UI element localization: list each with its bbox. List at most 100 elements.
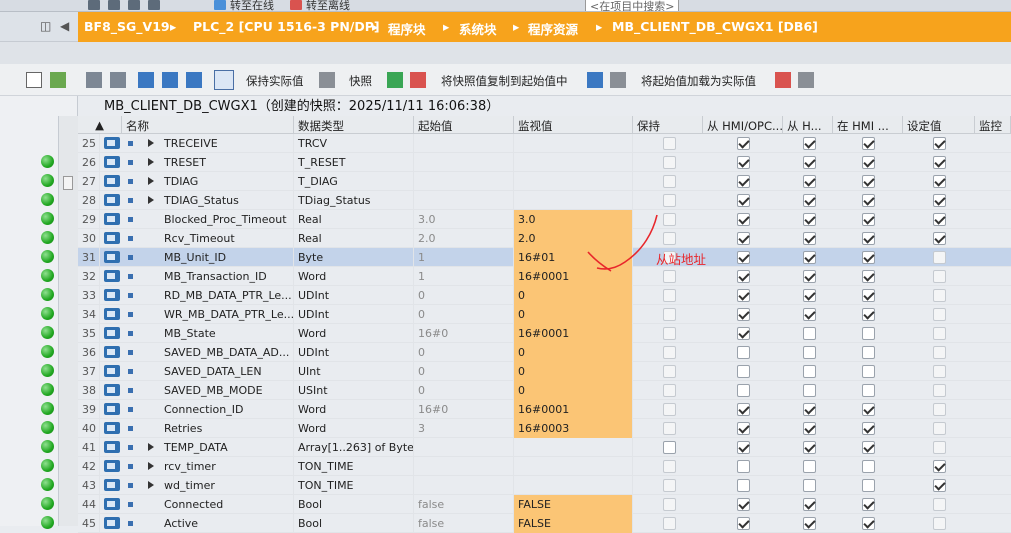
retain-checkbox[interactable]: [663, 384, 676, 397]
col-hmi-opc[interactable]: 从 HMI/OPC...: [703, 116, 783, 134]
hmi-opc-checkbox[interactable]: [737, 441, 750, 454]
hmi-opc-checkbox[interactable]: [737, 156, 750, 169]
table-row[interactable]: 38 SAVED_MB_MODE USInt 0 0: [78, 381, 1011, 400]
breadcrumb-plc[interactable]: PLC_2 [CPU 1516-3 PN/DP]: [193, 19, 380, 34]
from-h-checkbox[interactable]: [803, 289, 816, 302]
compile-icon[interactable]: [128, 0, 140, 10]
var-name[interactable]: Connection_ID: [160, 400, 294, 419]
setpoint-checkbox[interactable]: [933, 498, 946, 511]
table-row[interactable]: 28 TDIAG_Status TDiag_Status: [78, 191, 1011, 210]
from-h-checkbox[interactable]: [803, 460, 816, 473]
in-hmi-checkbox[interactable]: [862, 175, 875, 188]
hmi-opc-checkbox[interactable]: [737, 403, 750, 416]
expand-arrow-icon[interactable]: [148, 462, 154, 470]
setpoint-checkbox[interactable]: [933, 365, 946, 378]
table-row[interactable]: 45 Active Bool false FALSE: [78, 514, 1011, 533]
setpoint-checkbox[interactable]: [933, 137, 946, 150]
setpoint-checkbox[interactable]: [933, 308, 946, 321]
setpoint-checkbox[interactable]: [933, 517, 946, 530]
setpoint-checkbox[interactable]: [933, 270, 946, 283]
var-start[interactable]: 2.0: [414, 229, 514, 248]
col-name[interactable]: 名称: [122, 116, 294, 134]
var-start[interactable]: 0: [414, 362, 514, 381]
expand-arrow-icon[interactable]: [148, 139, 154, 147]
from-h-checkbox[interactable]: [803, 441, 816, 454]
setpoint-checkbox[interactable]: [933, 213, 946, 226]
setpoint-checkbox[interactable]: [933, 346, 946, 359]
var-name[interactable]: rcv_timer: [160, 457, 294, 476]
snapshot-button[interactable]: 快照: [349, 73, 372, 89]
setpoint-checkbox[interactable]: [933, 327, 946, 340]
var-name[interactable]: TDIAG_Status: [160, 191, 294, 210]
in-hmi-checkbox[interactable]: [862, 479, 875, 492]
retain-checkbox[interactable]: [663, 422, 676, 435]
collapse-pane-icon[interactable]: ◀: [60, 19, 69, 33]
var-start[interactable]: 1: [414, 267, 514, 286]
var-name[interactable]: RD_MB_DATA_PTR_Le...: [160, 286, 294, 305]
col-retain[interactable]: 保持: [633, 116, 703, 134]
table-row[interactable]: 41 TEMP_DATA Array[1..263] of Byte: [78, 438, 1011, 457]
load-start-button[interactable]: 将起始值加载为实际值: [641, 73, 756, 89]
retain-checkbox[interactable]: [663, 137, 676, 150]
var-type[interactable]: Real: [294, 210, 414, 229]
expand-arrow-icon[interactable]: [148, 177, 154, 185]
table-row[interactable]: 32 MB_Transaction_ID Word 1 16#0001: [78, 267, 1011, 286]
var-start[interactable]: [414, 191, 514, 210]
var-start[interactable]: [414, 153, 514, 172]
table-row[interactable]: 43 wd_timer TON_TIME: [78, 476, 1011, 495]
load-start-alt-icon[interactable]: [610, 72, 626, 88]
var-type[interactable]: UInt: [294, 362, 414, 381]
hmi-opc-checkbox[interactable]: [737, 251, 750, 264]
breadcrumb-program-resources[interactable]: 程序资源: [528, 19, 578, 38]
from-h-checkbox[interactable]: [803, 270, 816, 283]
col-type[interactable]: 数据类型: [294, 116, 414, 134]
add-row-icon[interactable]: [110, 72, 126, 88]
setpoint-checkbox[interactable]: [933, 232, 946, 245]
var-type[interactable]: TON_TIME: [294, 457, 414, 476]
in-hmi-checkbox[interactable]: [862, 517, 875, 530]
col-supervision[interactable]: 监控: [975, 116, 1011, 134]
table-view-icon[interactable]: [26, 72, 42, 88]
from-h-checkbox[interactable]: [803, 213, 816, 226]
in-hmi-checkbox[interactable]: [862, 403, 875, 416]
expand-arrow-icon[interactable]: [148, 443, 154, 451]
setpoint-checkbox[interactable]: [933, 441, 946, 454]
hmi-opc-checkbox[interactable]: [737, 422, 750, 435]
from-h-checkbox[interactable]: [803, 365, 816, 378]
var-type[interactable]: TON_TIME: [294, 476, 414, 495]
retain-checkbox[interactable]: [663, 441, 676, 454]
retain-checkbox[interactable]: [663, 403, 676, 416]
setpoint-checkbox[interactable]: [933, 422, 946, 435]
in-hmi-checkbox[interactable]: [862, 441, 875, 454]
var-start[interactable]: [414, 172, 514, 191]
in-hmi-checkbox[interactable]: [862, 327, 875, 340]
hmi-opc-checkbox[interactable]: [737, 384, 750, 397]
var-name[interactable]: MB_Unit_ID: [160, 248, 294, 267]
hmi-opc-checkbox[interactable]: [737, 213, 750, 226]
var-name[interactable]: Rcv_Timeout: [160, 229, 294, 248]
var-type[interactable]: Byte: [294, 248, 414, 267]
expand-all-icon[interactable]: [138, 72, 154, 88]
var-type[interactable]: Real: [294, 229, 414, 248]
var-type[interactable]: Bool: [294, 514, 414, 533]
in-hmi-checkbox[interactable]: [862, 498, 875, 511]
hmi-opc-checkbox[interactable]: [737, 365, 750, 378]
hmi-opc-checkbox[interactable]: [737, 517, 750, 530]
var-name[interactable]: TRESET: [160, 153, 294, 172]
go-offline-icon[interactable]: [290, 0, 302, 10]
var-start[interactable]: 16#0: [414, 324, 514, 343]
hmi-opc-checkbox[interactable]: [737, 232, 750, 245]
hmi-opc-checkbox[interactable]: [737, 346, 750, 359]
from-h-checkbox[interactable]: [803, 308, 816, 321]
var-start[interactable]: 16#0: [414, 400, 514, 419]
go-online-button[interactable]: 转至在线: [230, 0, 274, 11]
left-scrollbar[interactable]: [58, 116, 78, 526]
var-name[interactable]: Connected: [160, 495, 294, 514]
panel-layout-icon[interactable]: ◫: [40, 19, 51, 33]
retain-checkbox[interactable]: [663, 308, 676, 321]
setpoint-checkbox[interactable]: [933, 251, 946, 264]
from-h-checkbox[interactable]: [803, 346, 816, 359]
collapse-all-icon[interactable]: [162, 72, 178, 88]
copy-snapshot-alt-icon[interactable]: [410, 72, 426, 88]
table-row[interactable]: 30 Rcv_Timeout Real 2.0 2.0: [78, 229, 1011, 248]
